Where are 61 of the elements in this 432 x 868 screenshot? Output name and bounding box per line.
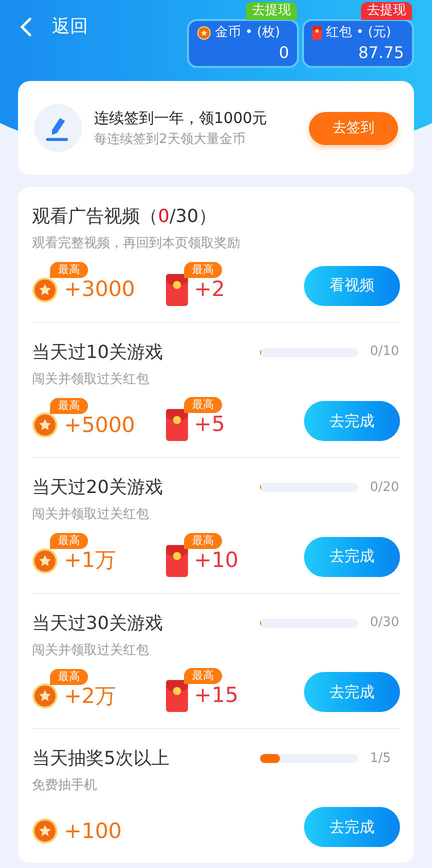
reward-amount: +2万 bbox=[64, 682, 116, 710]
max-badge: 最高 bbox=[184, 262, 222, 278]
wallet-label: 红包 • (元) bbox=[326, 24, 392, 42]
back-icon bbox=[20, 16, 32, 36]
task-button[interactable]: 去完成 bbox=[304, 401, 400, 441]
wallet-card[interactable]: 红包 • (元) 87.75 bbox=[302, 19, 414, 68]
progress-reading: 0/10 bbox=[370, 343, 400, 362]
envelope-icon bbox=[166, 274, 188, 306]
task-subtitle: 观看完整视频，再回到本页领取奖励 bbox=[32, 235, 241, 253]
coin-icon bbox=[32, 548, 58, 574]
checkin-button[interactable]: 去签到 bbox=[309, 112, 398, 144]
max-badge: 最高 bbox=[184, 532, 222, 548]
task-button[interactable]: 看视频 bbox=[304, 266, 400, 306]
task-button[interactable]: 去完成 bbox=[304, 672, 400, 712]
reward-amount: +1万 bbox=[64, 547, 116, 574]
task-subtitle: 闯关并领取过关红包 bbox=[32, 506, 150, 524]
progress-reading: 0/30 bbox=[370, 614, 400, 632]
reward-amount: +2 bbox=[194, 276, 225, 303]
reward-amount: +3000 bbox=[64, 276, 136, 303]
reward-amount: +100 bbox=[64, 818, 122, 844]
wallet-value: 0 bbox=[278, 42, 289, 62]
coin-icon bbox=[32, 276, 58, 303]
reward-amount: +15 bbox=[194, 682, 238, 710]
reward-amount: +5000 bbox=[64, 412, 136, 438]
max-badge: 最高 bbox=[50, 668, 88, 684]
task-title: 当天过10关游戏 bbox=[32, 340, 163, 364]
envelope-icon bbox=[166, 544, 188, 576]
pen-icon bbox=[34, 104, 82, 152]
withdraw-tag[interactable]: 去提现 bbox=[361, 2, 412, 20]
envelope-icon bbox=[166, 409, 188, 441]
max-badge: 最高 bbox=[50, 262, 88, 278]
coin-icon bbox=[32, 683, 58, 710]
max-badge: 最高 bbox=[184, 668, 222, 684]
task-button[interactable]: 去完成 bbox=[304, 536, 400, 576]
progress-reading: 0/20 bbox=[370, 478, 400, 497]
coin-icon bbox=[32, 818, 58, 844]
coin-icon bbox=[32, 412, 58, 438]
task-title: 当天过30关游戏 bbox=[32, 612, 163, 636]
withdraw-tag[interactable]: 去提现 bbox=[246, 2, 297, 20]
wallet-value: 87.75 bbox=[358, 42, 404, 62]
reward-amount: +10 bbox=[194, 546, 238, 574]
task-title: 当天抽奖5次以上 bbox=[32, 747, 170, 771]
task-subtitle: 免费抽手机 bbox=[32, 777, 98, 795]
task-subtitle: 闯关并领取过关红包 bbox=[32, 370, 150, 388]
task-title: 当天过20关游戏 bbox=[32, 476, 163, 500]
wallet-label: 金币 • (枚) bbox=[215, 24, 280, 42]
max-badge: 最高 bbox=[50, 398, 88, 414]
coin-icon bbox=[197, 26, 211, 40]
envelope-icon bbox=[312, 26, 322, 40]
task-button[interactable]: 去完成 bbox=[304, 807, 400, 847]
wallet-card[interactable]: 金币 • (枚) 0 bbox=[187, 19, 299, 68]
task-subtitle: 闯关并领取过关红包 bbox=[32, 642, 150, 660]
max-badge: 最高 bbox=[184, 397, 222, 413]
envelope-icon bbox=[166, 680, 188, 712]
back-button[interactable]: 返回 bbox=[20, 13, 88, 40]
checkin-title: 连续签到一年，领1000元 bbox=[94, 108, 268, 129]
task-title: 观看广告视频（0/30） bbox=[32, 205, 216, 229]
progress-reading: 1/5 bbox=[370, 750, 392, 768]
checkin-subtitle: 每连续签到2天领大量金币 bbox=[94, 130, 246, 148]
max-badge: 最高 bbox=[50, 533, 88, 549]
reward-amount: +5 bbox=[194, 411, 225, 438]
